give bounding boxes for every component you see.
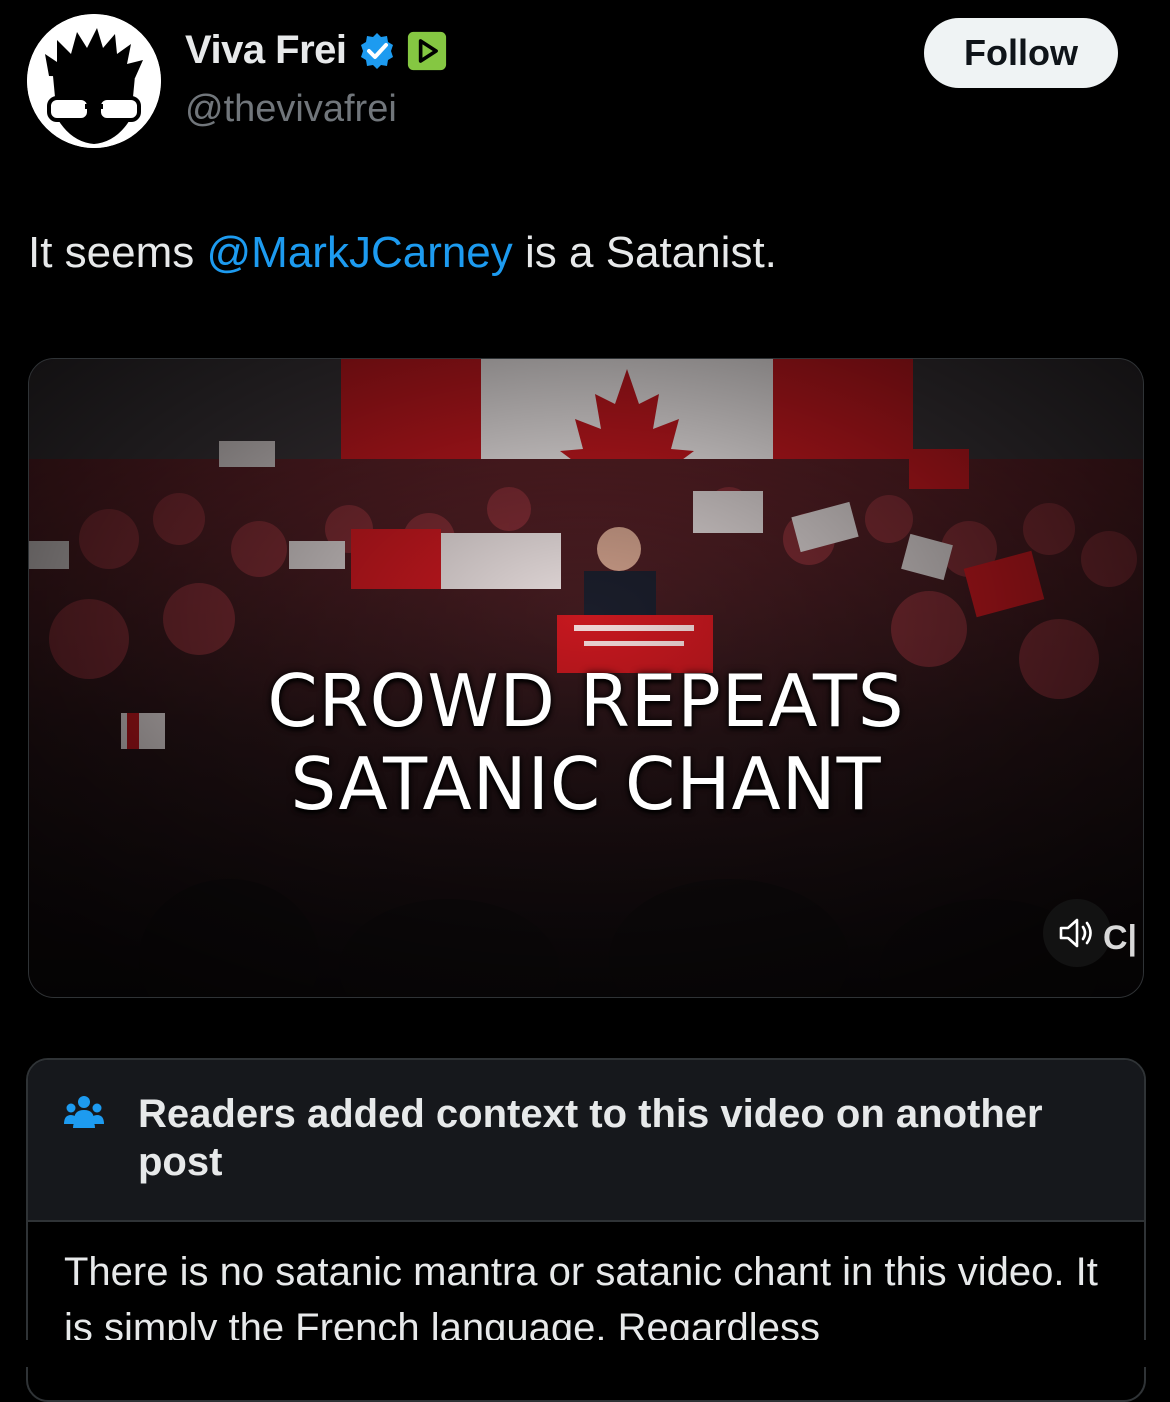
speaker-icon xyxy=(1059,918,1092,948)
people-group-icon xyxy=(64,1096,104,1128)
mention-link[interactable]: @MarkJCarney xyxy=(207,228,513,277)
community-note-header[interactable]: Readers added context to this video on a… xyxy=(28,1060,1144,1222)
tweet-text-after: is a Satanist. xyxy=(512,228,777,277)
video-player[interactable]: CROWD REPEATS SATANIC CHANT C| xyxy=(28,358,1144,998)
avatar-logo-icon xyxy=(27,14,161,148)
author-display-name[interactable]: Viva Frei xyxy=(185,28,347,73)
author-name-row[interactable]: Viva Frei xyxy=(185,28,447,73)
tweet-text-before: It seems xyxy=(28,228,207,277)
follow-button[interactable]: Follow xyxy=(924,18,1118,88)
verified-badge-icon xyxy=(360,32,393,69)
community-note-title: Readers added context to this video on a… xyxy=(138,1092,1043,1184)
mute-toggle-button[interactable] xyxy=(1043,899,1111,967)
video-watermark: C| xyxy=(1103,919,1138,957)
avatar[interactable] xyxy=(27,14,161,148)
video-caption-line2: SATANIC CHANT xyxy=(290,742,882,826)
author-handle[interactable]: @thevivafrei xyxy=(185,88,397,131)
video-caption-line1: CROWD REPEATS xyxy=(267,659,905,743)
bottom-edge xyxy=(0,1340,1170,1367)
tweet-text: It seems @MarkJCarney is a Satanist. xyxy=(28,228,777,278)
rumble-badge-icon xyxy=(407,31,446,70)
